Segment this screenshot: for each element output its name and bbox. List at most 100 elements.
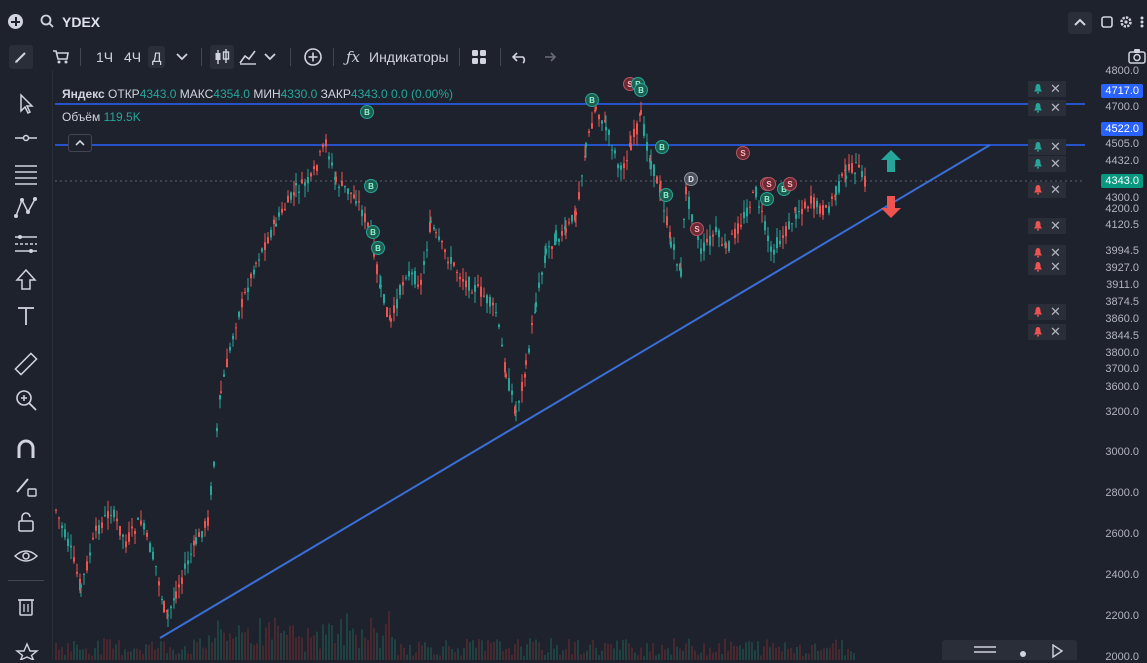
line-tool-icon[interactable] [12,124,40,152]
candle-body [92,537,94,540]
alert-row[interactable]: ✕ [1028,218,1066,234]
settings-icon[interactable] [1119,15,1133,29]
timeframe-1d[interactable]: Д [148,46,166,68]
candle-body [319,151,321,153]
close-icon[interactable]: ✕ [1050,140,1061,153]
candle-body [83,573,85,575]
undo-icon[interactable] [512,50,528,64]
alert-row[interactable]: ✕ [1028,182,1066,198]
candle-body [676,264,678,266]
close-icon[interactable]: ✕ [1050,325,1061,338]
pencil-icon[interactable] [9,45,33,69]
indicators-button[interactable]: Индикаторы [369,46,449,68]
candle-body [430,221,432,223]
grid-icon[interactable] [471,49,487,65]
chevron-down-icon[interactable] [264,52,276,62]
alert-row[interactable]: ✕ [1028,156,1066,172]
close-icon[interactable]: ✕ [1050,101,1061,114]
volume-bar [664,649,666,660]
close-icon[interactable]: ✕ [1050,183,1061,196]
alert-row[interactable]: ✕ [1028,324,1066,340]
candles-icon[interactable] [210,45,234,69]
pencil-lock-icon[interactable] [12,472,40,500]
pattern-icon[interactable] [12,194,40,222]
volume-bar [802,655,804,660]
volume-bar [745,642,747,660]
trade-marker-label: B [638,86,644,95]
plus-circle-icon[interactable] [303,47,323,67]
candle-body [462,279,464,282]
volume-legend: Объём 119.5K [62,110,141,124]
alert-row[interactable]: ✕ [1028,259,1066,275]
magnet-icon[interactable] [12,436,40,464]
volume-bar [346,613,348,660]
volume-bar [151,641,153,660]
candle-body [492,302,494,306]
projection-icon[interactable] [12,230,40,258]
add-symbol-icon[interactable] [8,14,23,29]
alert-row[interactable]: ✕ [1028,81,1066,97]
close-icon[interactable]: ✕ [1050,219,1061,232]
close-icon[interactable]: ✕ [1050,305,1061,318]
candle-body [250,273,252,279]
cart-icon[interactable] [52,49,70,65]
zoom-icon[interactable] [12,386,40,414]
candle-body [453,262,455,266]
candle-body [380,285,382,287]
alert-row[interactable]: ✕ [1028,304,1066,320]
alert-bell-icon [1034,262,1042,272]
volume-bar [733,645,735,660]
alert-row[interactable]: ✕ [1028,139,1066,155]
candle-body [819,205,821,214]
volume-bar [685,643,687,660]
volume-bar [166,653,168,660]
fib-icon[interactable] [12,160,40,188]
volume-bar [604,642,606,660]
lock-icon[interactable] [12,508,40,536]
close-icon[interactable]: ✕ [1050,246,1061,259]
ruler-icon[interactable] [12,350,40,378]
star-icon[interactable] [14,642,40,660]
play-icon[interactable] [1050,644,1064,658]
symbol-name[interactable]: YDEX [62,14,100,30]
trash-icon[interactable] [12,592,40,620]
timeframe-1h[interactable]: 1Ч [96,46,113,68]
collapse-up-icon[interactable] [1068,12,1092,34]
volume-bar [253,645,255,660]
candle-body [623,163,625,169]
candle-body [55,509,57,511]
alert-row[interactable]: ✕ [1028,100,1066,116]
window-icon[interactable] [1101,16,1113,28]
collapse-legend-button[interactable] [68,134,92,152]
close-icon[interactable]: ✕ [1050,82,1061,95]
candle-body [128,532,130,542]
arrow-icon[interactable] [12,266,40,294]
candle-body [752,192,754,194]
close-icon[interactable]: ✕ [1050,260,1061,273]
candle-body [328,156,330,160]
volume-bar [121,654,123,660]
volume-bar [781,651,783,660]
volume-bar [136,648,138,660]
volume-bar [163,641,165,660]
candle-body [545,248,547,254]
eye-icon[interactable] [12,542,40,570]
price-axis[interactable]: 4800.0 4700.0 4505.0 4432.0 4300.0 4200.0 4120… [1085,65,1147,663]
text-icon[interactable] [12,302,40,330]
more-icon[interactable] [1137,15,1147,29]
line-chart-icon[interactable] [238,48,258,66]
close-icon[interactable]: ✕ [1050,157,1061,170]
chevron-down-icon[interactable] [176,52,188,62]
candle-body [685,186,687,195]
cursor-icon[interactable] [12,90,40,118]
candle-body [396,299,398,309]
candle-body [551,246,553,250]
fx-icon[interactable]: ƒx [346,46,360,68]
price-chart[interactable]: SBBBBBBBBSDBSBBSSS [55,72,1085,660]
volume-bar [70,651,72,660]
replay-lines-icon[interactable] [972,643,998,657]
camera-icon[interactable] [1128,48,1146,64]
replay-dot-icon[interactable] [1020,651,1026,657]
search-icon[interactable] [40,14,54,28]
timeframe-4h[interactable]: 4Ч [124,46,141,68]
